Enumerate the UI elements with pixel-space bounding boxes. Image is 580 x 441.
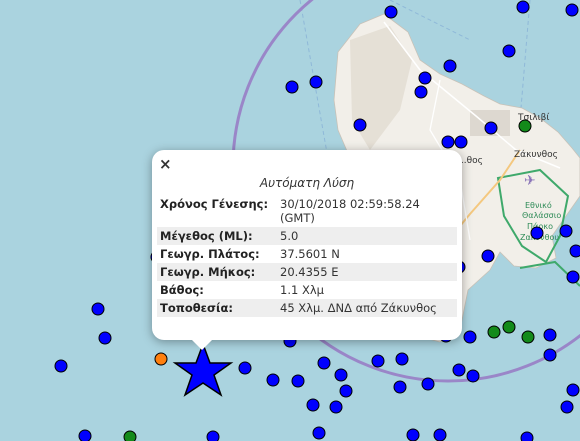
event-marker[interactable]: [502, 44, 516, 58]
event-marker[interactable]: [516, 0, 530, 14]
event-marker[interactable]: [306, 398, 320, 412]
info-key: Γεωγρ. Μήκος:: [157, 263, 277, 281]
event-marker[interactable]: [329, 400, 343, 414]
event-info-table: Χρόνος Γένεσης: 30/10/2018 02:59:58.24 (G…: [157, 195, 457, 317]
event-marker[interactable]: [481, 249, 495, 263]
info-row: Γεωγρ. Πλάτος: 37.5601 N: [157, 245, 457, 263]
info-value: 37.5601 N: [280, 247, 340, 261]
close-icon[interactable]: ×: [159, 155, 172, 173]
event-marker[interactable]: [566, 270, 580, 284]
event-marker-orange[interactable]: [154, 352, 168, 366]
event-marker[interactable]: [406, 428, 420, 441]
event-marker[interactable]: [384, 5, 398, 19]
info-row: Χρόνος Γένεσης: 30/10/2018 02:59:58.24 (G…: [157, 195, 457, 227]
event-marker[interactable]: [91, 302, 105, 316]
info-row: Βάθος: 1.1 Χλμ: [157, 281, 457, 299]
event-marker[interactable]: [353, 118, 367, 132]
event-marker[interactable]: [566, 383, 580, 397]
event-marker[interactable]: [520, 431, 534, 441]
event-marker[interactable]: [266, 373, 280, 387]
event-marker[interactable]: [559, 224, 573, 238]
info-row: Γεωγρ. Μήκος: 20.4355 E: [157, 263, 457, 281]
event-marker[interactable]: [441, 135, 455, 149]
info-value: 45 Χλμ. ΔΝΔ από Ζάκυνθος: [277, 299, 457, 317]
event-marker[interactable]: [433, 428, 447, 441]
event-marker[interactable]: [466, 369, 480, 383]
event-marker[interactable]: [569, 244, 580, 258]
event-marker[interactable]: [543, 328, 557, 342]
info-key: Τοποθεσία:: [157, 299, 277, 317]
event-marker[interactable]: [418, 71, 432, 85]
event-marker[interactable]: [484, 121, 498, 135]
event-marker[interactable]: [414, 85, 428, 99]
info-key: Μέγεθος (ML):: [157, 227, 277, 245]
airport-icon: ✈: [524, 173, 536, 189]
event-marker[interactable]: [238, 361, 252, 375]
event-marker[interactable]: [463, 330, 477, 344]
info-value: 20.4355 E: [277, 263, 457, 281]
event-marker[interactable]: [560, 400, 574, 414]
event-marker-green[interactable]: [123, 430, 137, 441]
event-marker-green[interactable]: [487, 325, 501, 339]
event-marker[interactable]: [339, 384, 353, 398]
event-marker[interactable]: [452, 363, 466, 377]
event-marker[interactable]: [317, 356, 331, 370]
event-marker[interactable]: [565, 3, 579, 17]
event-popup: × Αυτόματη Λύση Χρόνος Γένεσης: 30/10/201…: [152, 150, 462, 350]
event-marker[interactable]: [309, 75, 323, 89]
event-marker[interactable]: [443, 59, 457, 73]
event-marker[interactable]: [78, 429, 92, 441]
event-marker[interactable]: [543, 348, 557, 362]
event-marker[interactable]: [98, 331, 112, 345]
info-key: Γεωγρ. Πλάτος:: [160, 247, 260, 261]
info-row: Τοποθεσία: 45 Χλμ. ΔΝΔ από Ζάκυνθος: [157, 299, 457, 317]
event-marker[interactable]: [334, 368, 348, 382]
event-marker[interactable]: [393, 380, 407, 394]
info-value: 1.1 Χλμ: [280, 283, 324, 297]
info-value: 30/10/2018 02:59:58.24 (GMT): [280, 197, 420, 225]
info-key: Χρόνος Γένεσης:: [160, 197, 269, 211]
event-marker[interactable]: [291, 374, 305, 388]
event-marker[interactable]: [421, 377, 435, 391]
event-marker[interactable]: [395, 352, 409, 366]
svg-text:Εθνικό: Εθνικό: [525, 200, 552, 210]
event-marker-green[interactable]: [521, 330, 535, 344]
info-key: Βάθος:: [160, 283, 204, 297]
label-town-main: Ζάκυνθος: [514, 150, 558, 160]
event-marker-green[interactable]: [502, 320, 516, 334]
event-marker[interactable]: [371, 354, 385, 368]
event-marker[interactable]: [454, 135, 468, 149]
event-marker[interactable]: [285, 80, 299, 94]
event-marker[interactable]: [312, 426, 326, 440]
event-marker[interactable]: [54, 359, 68, 373]
event-marker[interactable]: [206, 430, 220, 441]
info-value: 5.0: [277, 227, 457, 245]
event-marker-green[interactable]: [518, 119, 532, 133]
popup-title: Αυτόματη Λύση: [259, 176, 355, 190]
info-row: Μέγεθος (ML): 5.0: [157, 227, 457, 245]
svg-text:Θαλάσσιο: Θαλάσσιο: [522, 211, 561, 220]
event-marker[interactable]: [530, 226, 544, 240]
